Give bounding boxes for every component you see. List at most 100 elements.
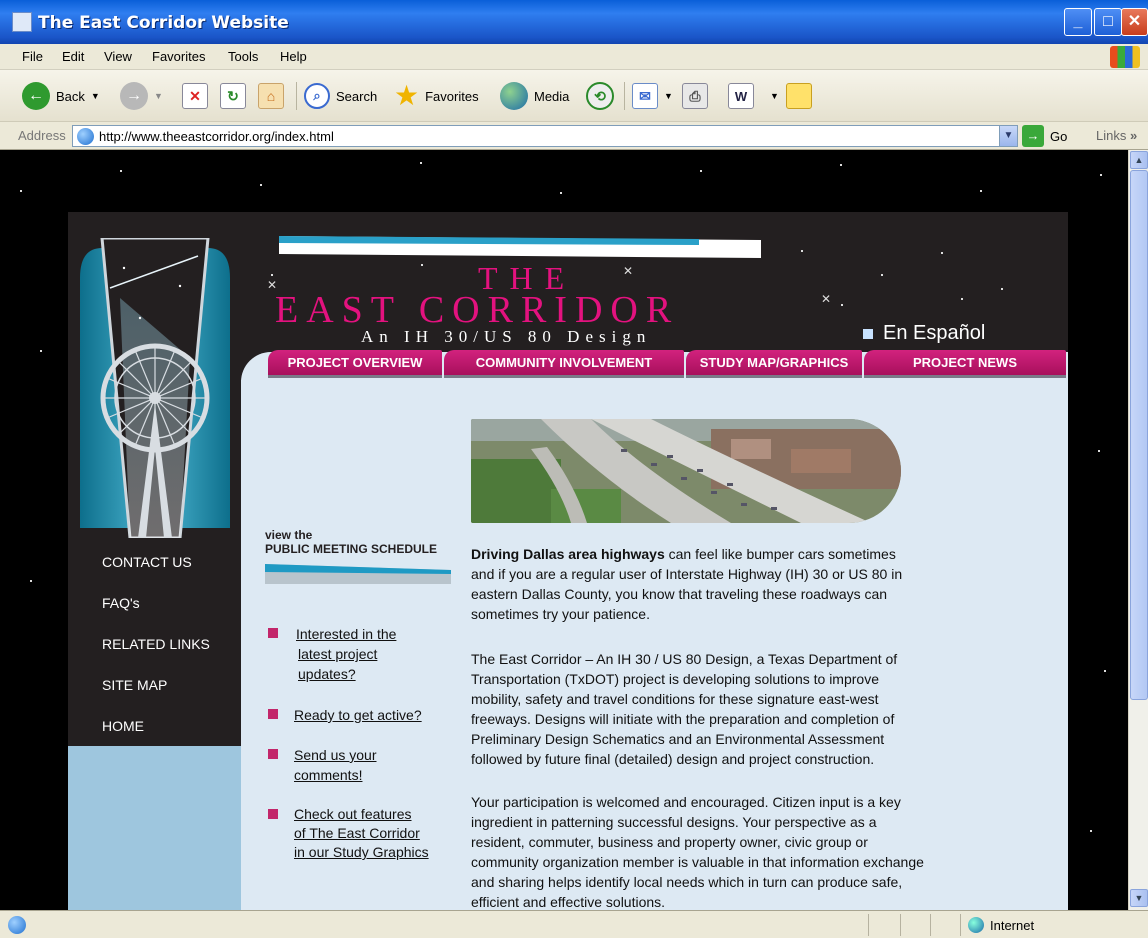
quick-link-study-graphics-text[interactable]: Check out features of The East Corridor in… bbox=[294, 805, 429, 862]
minimize-button[interactable]: _ bbox=[1064, 8, 1092, 36]
p1-line: sometimes try your patience. bbox=[471, 606, 650, 622]
status-divider bbox=[960, 914, 961, 936]
favorites-label: Favorites bbox=[425, 88, 479, 104]
history-button[interactable]: ⟲ bbox=[586, 80, 614, 112]
left-sidebar: CONTACT US FAQ's RELATED LINKS SITE MAP … bbox=[68, 212, 241, 746]
p2-line: freeways. Designs will initiate with the… bbox=[471, 711, 895, 727]
sidebar-lower-panel bbox=[68, 746, 241, 910]
stop-button[interactable]: ✕ bbox=[182, 80, 208, 112]
header-streak-graphic bbox=[279, 236, 761, 258]
tab-project-news[interactable]: PROJECT NEWS bbox=[864, 350, 1066, 378]
public-meeting-schedule-link[interactable]: view the PUBLIC MEETING SCHEDULE bbox=[265, 528, 437, 556]
ie-page-icon bbox=[77, 128, 94, 145]
heading-subtitle: An IH 30/US 80 Design bbox=[361, 327, 652, 346]
mail-button[interactable]: ✉ ▼ bbox=[632, 80, 673, 112]
windows-logo-icon bbox=[1110, 46, 1140, 68]
search-button[interactable]: ⌕ Search bbox=[304, 80, 377, 112]
tab-project-overview[interactable]: PROJECT OVERVIEW bbox=[268, 350, 442, 378]
links-label: Links bbox=[1096, 128, 1127, 143]
mail-dropdown-icon[interactable]: ▼ bbox=[664, 91, 673, 101]
p2-line: Preliminary Design Schematics and an Env… bbox=[471, 731, 885, 747]
nav-home[interactable]: HOME bbox=[102, 718, 144, 734]
globe-icon bbox=[968, 917, 984, 933]
address-dropdown-icon[interactable]: ▼ bbox=[999, 126, 1017, 146]
p2-line: mobility, safety and travel conditions f… bbox=[471, 691, 879, 707]
forward-dropdown-icon[interactable]: ▼ bbox=[154, 91, 163, 101]
nav-faqs[interactable]: FAQ's bbox=[102, 595, 140, 611]
site-frame: CONTACT US FAQ's RELATED LINKS SITE MAP … bbox=[68, 212, 1068, 910]
p3-line: Your participation is welcomed and encou… bbox=[471, 794, 901, 810]
p3-line: efficient and effective solutions. bbox=[471, 894, 666, 910]
p2-line: followed by future final (detailed) desi… bbox=[471, 751, 875, 767]
meeting-streak-graphic bbox=[265, 564, 451, 584]
go-arrow-icon: → bbox=[1022, 125, 1044, 147]
page-viewport: CONTACT US FAQ's RELATED LINKS SITE MAP … bbox=[0, 150, 1128, 910]
p1-line: and if you are a regular user of Interst… bbox=[471, 566, 903, 582]
edit-button[interactable]: W ▼ bbox=[728, 80, 779, 112]
square-bullet-icon bbox=[268, 749, 278, 759]
toolbar-separator bbox=[296, 82, 297, 110]
discuss-button[interactable] bbox=[786, 80, 812, 112]
quick-link-comments-text[interactable]: Send us your comments! bbox=[294, 745, 377, 785]
media-button[interactable]: Media bbox=[500, 80, 569, 112]
espanol-link[interactable]: En Español bbox=[863, 322, 985, 345]
ie-page-icon bbox=[8, 916, 26, 934]
home-button[interactable]: ⌂ bbox=[258, 80, 284, 112]
quick-link-updates-text[interactable]: Interested in the latest project updates? bbox=[296, 624, 396, 684]
favorites-button[interactable]: ★ Favorites bbox=[394, 80, 479, 112]
close-button[interactable]: ✕ bbox=[1121, 8, 1148, 36]
nav-contact-us[interactable]: CONTACT US bbox=[102, 554, 192, 570]
address-input[interactable]: http://www.theeastcorridor.org/index.htm… bbox=[72, 125, 1018, 147]
edit-dropdown-icon[interactable]: ▼ bbox=[770, 91, 779, 101]
nav-related-links[interactable]: RELATED LINKS bbox=[102, 636, 210, 652]
media-label: Media bbox=[534, 88, 570, 104]
tab-community-involvement[interactable]: COMMUNITY INVOLVEMENT bbox=[444, 350, 684, 378]
p2-line: Transportation (TxDOT) project is develo… bbox=[471, 671, 879, 687]
scroll-up-icon[interactable]: ▲ bbox=[1130, 151, 1148, 169]
print-button[interactable]: ⎙ bbox=[682, 80, 708, 112]
scrollbar-thumb[interactable] bbox=[1130, 170, 1148, 700]
status-bar: Internet bbox=[0, 910, 1148, 938]
back-label: Back bbox=[56, 88, 85, 104]
search-icon: ⌕ bbox=[304, 83, 330, 109]
p3-line: ingredient in patterning successful desi… bbox=[471, 814, 877, 830]
sparkle-icon: ✕ bbox=[821, 292, 832, 306]
back-dropdown-icon[interactable]: ▼ bbox=[91, 91, 100, 101]
p2-line: The East Corridor – An IH 30 / US 80 Des… bbox=[471, 651, 898, 667]
chevron-right-icon: » bbox=[1129, 128, 1138, 143]
menu-bar: File Edit View Favorites Tools Help bbox=[0, 44, 1148, 70]
meeting-schedule-label: PUBLIC MEETING SCHEDULE bbox=[265, 542, 438, 556]
menu-file[interactable]: File bbox=[22, 49, 43, 64]
nav-site-map[interactable]: SITE MAP bbox=[102, 677, 167, 693]
tab-study-map-graphics[interactable]: STUDY MAP/GRAPHICS bbox=[686, 350, 862, 378]
forward-button[interactable]: → ▼ bbox=[120, 80, 163, 112]
menu-edit[interactable]: Edit bbox=[62, 49, 84, 64]
note-icon bbox=[786, 83, 812, 109]
vertical-scrollbar[interactable]: ▲ ▼ bbox=[1128, 150, 1148, 910]
mail-icon: ✉ bbox=[632, 83, 658, 109]
meeting-view-label: view the bbox=[265, 528, 313, 542]
menu-favorites[interactable]: Favorites bbox=[152, 49, 205, 64]
forward-arrow-icon: → bbox=[120, 82, 148, 110]
intro-bold: Driving Dallas area highways bbox=[471, 546, 665, 562]
square-bullet-icon bbox=[268, 809, 278, 819]
maximize-button[interactable]: □ bbox=[1094, 8, 1122, 36]
quick-link-get-active-text[interactable]: Ready to get active? bbox=[294, 705, 422, 725]
zone-label: Internet bbox=[990, 917, 1035, 933]
menu-tools[interactable]: Tools bbox=[228, 49, 258, 64]
links-toolbar[interactable]: Links » bbox=[1096, 128, 1137, 143]
history-icon: ⟲ bbox=[586, 82, 614, 110]
back-button[interactable]: ← Back ▼ bbox=[22, 80, 100, 112]
heading-east-corridor: EAST CORRIDOR bbox=[275, 289, 680, 331]
menu-view[interactable]: View bbox=[104, 49, 132, 64]
refresh-button[interactable]: ↻ bbox=[220, 80, 246, 112]
media-icon bbox=[500, 82, 528, 110]
stop-icon: ✕ bbox=[182, 83, 208, 109]
scroll-down-icon[interactable]: ▼ bbox=[1130, 889, 1148, 907]
menu-help[interactable]: Help bbox=[280, 49, 307, 64]
toolbar-separator bbox=[624, 82, 625, 110]
standard-toolbar: ← Back ▼ → ▼ ✕ ↻ ⌂ ⌕ Search ★ Favorites … bbox=[0, 70, 1148, 122]
ie-page-icon bbox=[12, 12, 32, 32]
title-bar: The East Corridor Website _ □ ✕ bbox=[0, 0, 1148, 44]
go-button[interactable]: → Go bbox=[1022, 125, 1067, 147]
